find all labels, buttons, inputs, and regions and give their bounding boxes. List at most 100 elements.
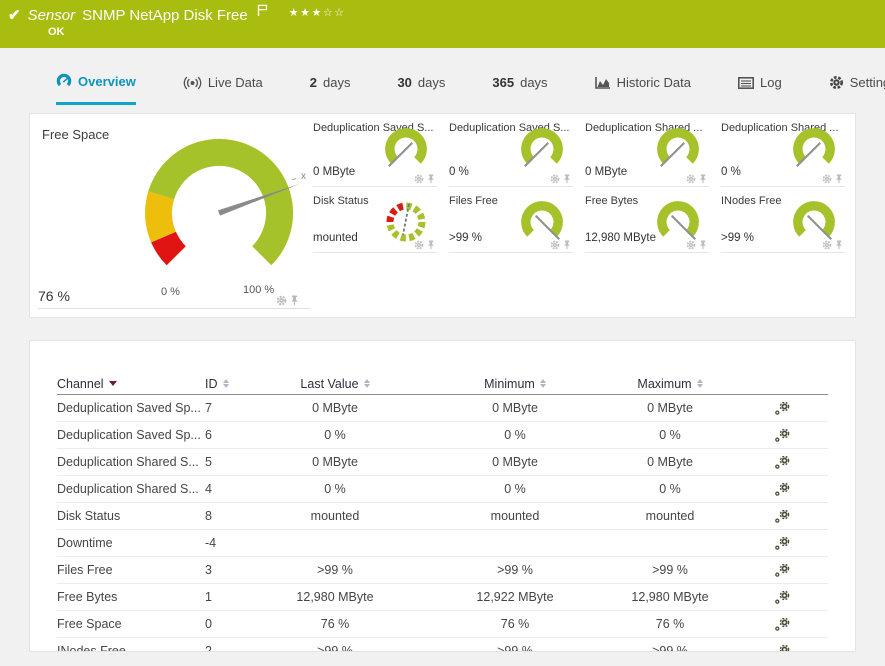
tab-historic-data[interactable]: Historic Data <box>595 60 691 105</box>
tab-settings[interactable]: Settings <box>829 60 885 105</box>
status-ok-check-icon: ✔ <box>8 8 21 23</box>
gauge-pin-icon[interactable] <box>427 240 435 250</box>
mini-gauge-dial <box>791 126 837 172</box>
sensor-status-badge: OK <box>48 26 875 38</box>
cell-channel[interactable]: Free Space <box>57 617 205 631</box>
cell-last-value: >99 % <box>317 563 353 577</box>
mini-gauge-dedup-shared-space[interactable]: Deduplication Shared ... 0 MByte <box>585 114 709 187</box>
cell-channel[interactable]: Deduplication Shared S... <box>57 482 205 496</box>
cell-channel[interactable]: Downtime <box>57 536 205 550</box>
channel-settings-icon[interactable] <box>774 483 790 496</box>
mini-gauge-inodes-free[interactable]: INodes Free >99 % <box>721 187 845 253</box>
channel-settings-icon[interactable] <box>774 456 790 469</box>
cell-channel[interactable]: Files Free <box>57 563 205 577</box>
gauge-gear-icon[interactable] <box>686 174 696 184</box>
cell-id: 1 <box>205 590 265 604</box>
gauge-gear-icon[interactable] <box>686 240 696 250</box>
gauge-gear-icon[interactable] <box>276 295 287 306</box>
channel-settings-icon[interactable] <box>774 591 790 604</box>
cell-channel[interactable]: Free Bytes <box>57 590 205 604</box>
table-row[interactable]: Disk Status 8 mounted mounted mounted <box>57 503 828 530</box>
gauge-pin-icon[interactable] <box>563 174 571 184</box>
channel-settings-icon[interactable] <box>774 510 790 523</box>
channel-settings-icon[interactable] <box>774 618 790 631</box>
free-space-gauge-panel[interactable]: Free Space x 0 % 100 % 76 % <box>30 114 313 317</box>
gauge-pin-icon[interactable] <box>699 240 707 250</box>
gauge-gear-icon[interactable] <box>414 174 424 184</box>
column-header-last-value[interactable]: Last Value <box>265 377 405 391</box>
table-row[interactable]: Deduplication Shared S... 5 0 MByte 0 MB… <box>57 449 828 476</box>
cell-last-value: 12,980 MByte <box>296 590 373 604</box>
channel-settings-icon[interactable] <box>774 564 790 577</box>
table-header-row: Channel ID Last Value Minimum Maximum <box>57 373 828 395</box>
gauge-gear-icon[interactable] <box>550 240 560 250</box>
cell-channel[interactable]: Deduplication Saved Sp... <box>57 401 205 415</box>
column-header-id[interactable]: ID <box>205 377 265 391</box>
mini-gauge-dedup-saved-percent[interactable]: Deduplication Saved S... 0 % <box>449 114 573 187</box>
cell-id: 7 <box>205 401 265 415</box>
priority-stars[interactable]: ★★★☆☆ <box>289 6 346 19</box>
table-row[interactable]: Deduplication Saved Sp... 7 0 MByte 0 MB… <box>57 395 828 422</box>
table-row[interactable]: Free Space 0 76 % 76 % 76 % <box>57 611 828 638</box>
gauge-pin-icon[interactable] <box>427 174 435 184</box>
cell-channel[interactable]: Disk Status <box>57 509 205 523</box>
sort-desc-icon <box>109 381 117 386</box>
free-space-gauge-dial: x <box>129 121 313 289</box>
tab-live-data[interactable]: Live Data <box>183 60 263 105</box>
table-row[interactable]: Downtime -4 <box>57 530 828 557</box>
tab-log[interactable]: Log <box>738 60 782 105</box>
gauge-gear-icon[interactable] <box>822 240 832 250</box>
cell-maximum: 0 MByte <box>647 455 693 469</box>
cell-maximum: >99 % <box>652 644 688 652</box>
column-header-channel-label: Channel <box>57 377 104 391</box>
tab-overview[interactable]: Overview <box>56 60 136 105</box>
mini-gauge-dial <box>655 199 701 245</box>
gauge-gear-icon[interactable] <box>822 174 832 184</box>
gauge-pin-icon[interactable] <box>290 295 299 306</box>
mini-gauge-files-free[interactable]: Files Free >99 % <box>449 187 573 253</box>
cell-channel[interactable]: Deduplication Saved Sp... <box>57 428 205 442</box>
tab-log-label: Log <box>760 75 782 90</box>
channel-settings-icon[interactable] <box>774 645 790 653</box>
cell-channel[interactable]: INodes Free <box>57 644 205 652</box>
gauge-pin-icon[interactable] <box>835 174 843 184</box>
mini-gauge-dedup-shared-percent[interactable]: Deduplication Shared ... 0 % <box>721 114 845 187</box>
flag-icon[interactable] <box>257 4 268 22</box>
table-row[interactable]: Deduplication Saved Sp... 6 0 % 0 % 0 % <box>57 422 828 449</box>
mini-gauge-dedup-saved-space[interactable]: Deduplication Saved S... 0 MByte <box>313 114 437 187</box>
column-header-minimum[interactable]: Minimum <box>405 377 625 391</box>
cell-channel[interactable]: Deduplication Shared S... <box>57 455 205 469</box>
mini-gauge-free-bytes[interactable]: Free Bytes 12,980 MByte <box>585 187 709 253</box>
tab-30-days[interactable]: 30 days <box>397 60 445 105</box>
table-row[interactable]: Free Bytes 1 12,980 MByte 12,922 MByte 1… <box>57 584 828 611</box>
tab-2-days[interactable]: 2 days <box>310 60 351 105</box>
sort-both-icon <box>364 379 370 388</box>
tab-2-days-number: 2 <box>310 75 317 90</box>
table-row[interactable]: INodes Free 2 >99 % >99 % >99 % <box>57 638 828 652</box>
tab-30-days-number: 30 <box>397 75 411 90</box>
mini-gauge-disk-status[interactable]: Disk Status mounted <box>313 187 437 253</box>
cell-minimum: 0 MByte <box>492 401 538 415</box>
cell-minimum: 76 % <box>501 617 530 631</box>
mini-gauge-value: 0 MByte <box>585 166 627 178</box>
table-row[interactable]: Files Free 3 >99 % >99 % >99 % <box>57 557 828 584</box>
channel-settings-icon[interactable] <box>774 429 790 442</box>
tab-365-days[interactable]: 365 days <box>492 60 547 105</box>
gauge-pin-icon[interactable] <box>699 174 707 184</box>
gauge-gear-icon[interactable] <box>414 240 424 250</box>
channel-settings-icon[interactable] <box>774 402 790 415</box>
gauge-gear-icon[interactable] <box>550 174 560 184</box>
tab-overview-label: Overview <box>78 74 136 89</box>
live-data-icon <box>183 76 202 90</box>
gauge-pin-icon[interactable] <box>563 240 571 250</box>
gauge-pin-icon[interactable] <box>835 240 843 250</box>
log-icon <box>738 77 754 89</box>
mini-gauge-title: Free Bytes <box>585 195 638 207</box>
mini-gauge-grid: Deduplication Saved S... 0 MByte Dedupli… <box>313 114 855 317</box>
mini-gauge-dial-segmented <box>383 199 429 245</box>
cell-id: 2 <box>205 644 265 652</box>
channel-settings-icon[interactable] <box>774 537 790 550</box>
column-header-maximum[interactable]: Maximum <box>625 377 715 391</box>
table-row[interactable]: Deduplication Shared S... 4 0 % 0 % 0 % <box>57 476 828 503</box>
column-header-channel[interactable]: Channel <box>57 377 205 391</box>
